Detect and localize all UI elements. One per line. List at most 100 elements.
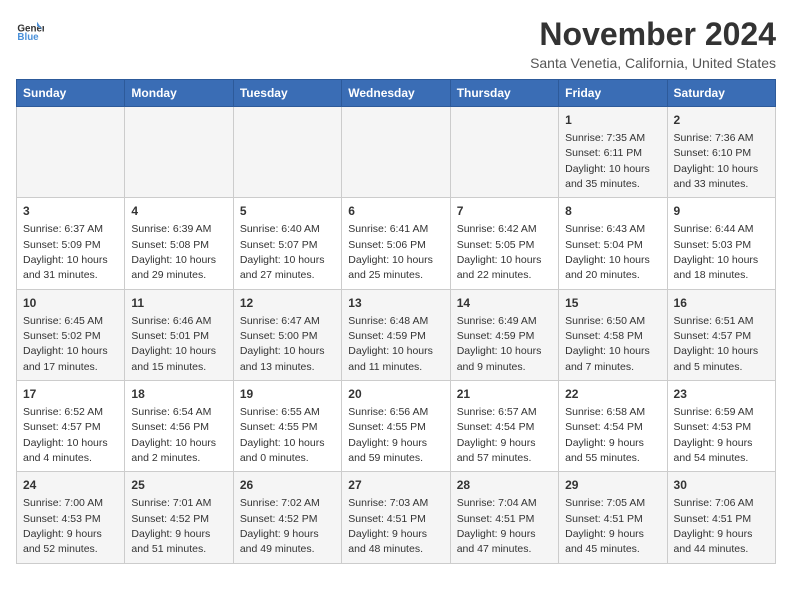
day-number: 8 [565,203,660,220]
day-number: 16 [674,295,769,312]
day-number: 22 [565,386,660,403]
day-info: Sunrise: 6:50 AM Sunset: 4:58 PM Dayligh… [565,315,650,373]
day-info: Sunrise: 6:48 AM Sunset: 4:59 PM Dayligh… [348,315,433,373]
col-header-saturday: Saturday [667,80,775,107]
calendar-cell: 24 Sunrise: 7:00 AM Sunset: 4:53 PM Dayli… [17,472,125,563]
calendar-cell: 27Sunrise: 7:03 AM Sunset: 4:51 PM Dayli… [342,472,450,563]
day-info: Sunrise: 7:06 AM Sunset: 4:51 PM Dayligh… [674,497,754,555]
day-info: Sunrise: 7:02 AM Sunset: 4:52 PM Dayligh… [240,497,320,555]
day-number: 18 [131,386,226,403]
day-number: 21 [457,386,552,403]
svg-text:Blue: Blue [17,32,39,43]
day-number: 27 [348,477,443,494]
day-info: Sunrise: 6:54 AM Sunset: 4:56 PM Dayligh… [131,406,216,464]
calendar-cell [17,107,125,198]
day-number: 5 [240,203,335,220]
calendar-cell: 26 Sunrise: 7:02 AM Sunset: 4:52 PM Dayli… [233,472,341,563]
calendar-cell: 2 Sunrise: 7:36 AM Sunset: 6:10 PM Daylig… [667,107,775,198]
day-info: Sunrise: 6:58 AM Sunset: 4:54 PM Dayligh… [565,406,645,464]
day-info: Sunrise: 7:01 AM Sunset: 4:52 PM Dayligh… [131,497,211,555]
day-info: Sunrise: 6:47 AM Sunset: 5:00 PM Dayligh… [240,315,325,373]
calendar-cell: 28 Sunrise: 7:04 AM Sunset: 4:51 PM Dayli… [450,472,558,563]
day-info: Sunrise: 6:57 AM Sunset: 4:54 PM Dayligh… [457,406,537,464]
calendar-cell: 5 Sunrise: 6:40 AM Sunset: 5:07 PM Daylig… [233,198,341,289]
week-row-1: 1 Sunrise: 7:35 AM Sunset: 6:11 PM Daylig… [17,107,776,198]
calendar-cell: 29Sunrise: 7:05 AM Sunset: 4:51 PM Dayli… [559,472,667,563]
col-header-tuesday: Tuesday [233,80,341,107]
calendar-cell: 30Sunrise: 7:06 AM Sunset: 4:51 PM Dayli… [667,472,775,563]
day-info: Sunrise: 6:59 AM Sunset: 4:53 PM Dayligh… [674,406,754,464]
day-info: Sunrise: 6:40 AM Sunset: 5:07 PM Dayligh… [240,223,325,281]
day-info: Sunrise: 7:35 AM Sunset: 6:11 PM Dayligh… [565,132,650,190]
day-number: 20 [348,386,443,403]
day-number: 29 [565,477,660,494]
column-headers: SundayMondayTuesdayWednesdayThursdayFrid… [17,80,776,107]
logo: General Blue [16,16,44,44]
col-header-friday: Friday [559,80,667,107]
col-header-monday: Monday [125,80,233,107]
calendar-cell: 13 Sunrise: 6:48 AM Sunset: 4:59 PM Dayli… [342,289,450,380]
calendar-cell: 8 Sunrise: 6:43 AM Sunset: 5:04 PM Daylig… [559,198,667,289]
day-number: 7 [457,203,552,220]
location: Santa Venetia, California, United States [530,55,776,71]
header: General Blue November 2024 Santa Venetia… [16,16,776,71]
day-info: Sunrise: 7:00 AM Sunset: 4:53 PM Dayligh… [23,497,103,555]
day-number: 3 [23,203,118,220]
calendar-cell: 18 Sunrise: 6:54 AM Sunset: 4:56 PM Dayli… [125,381,233,472]
day-number: 4 [131,203,226,220]
calendar-cell [233,107,341,198]
week-row-3: 10Sunrise: 6:45 AM Sunset: 5:02 PM Dayli… [17,289,776,380]
day-number: 11 [131,295,226,312]
week-row-5: 24 Sunrise: 7:00 AM Sunset: 4:53 PM Dayli… [17,472,776,563]
day-number: 2 [674,112,769,129]
col-header-thursday: Thursday [450,80,558,107]
calendar-cell: 3 Sunrise: 6:37 AM Sunset: 5:09 PM Daylig… [17,198,125,289]
day-info: Sunrise: 7:04 AM Sunset: 4:51 PM Dayligh… [457,497,537,555]
day-info: Sunrise: 6:45 AM Sunset: 5:02 PM Dayligh… [23,315,108,373]
day-number: 28 [457,477,552,494]
calendar-cell: 19Sunrise: 6:55 AM Sunset: 4:55 PM Dayli… [233,381,341,472]
day-number: 1 [565,112,660,129]
day-number: 6 [348,203,443,220]
calendar-cell: 10Sunrise: 6:45 AM Sunset: 5:02 PM Dayli… [17,289,125,380]
calendar-cell: 17Sunrise: 6:52 AM Sunset: 4:57 PM Dayli… [17,381,125,472]
calendar-cell: 21 Sunrise: 6:57 AM Sunset: 4:54 PM Dayli… [450,381,558,472]
week-row-4: 17Sunrise: 6:52 AM Sunset: 4:57 PM Dayli… [17,381,776,472]
day-number: 25 [131,477,226,494]
day-number: 13 [348,295,443,312]
day-number: 26 [240,477,335,494]
calendar-cell [342,107,450,198]
calendar-cell: 16 Sunrise: 6:51 AM Sunset: 4:57 PM Dayli… [667,289,775,380]
day-number: 23 [674,386,769,403]
day-info: Sunrise: 7:36 AM Sunset: 6:10 PM Dayligh… [674,132,759,190]
day-info: Sunrise: 6:43 AM Sunset: 5:04 PM Dayligh… [565,223,650,281]
day-number: 24 [23,477,118,494]
day-info: Sunrise: 6:39 AM Sunset: 5:08 PM Dayligh… [131,223,216,281]
calendar-cell: 4 Sunrise: 6:39 AM Sunset: 5:08 PM Daylig… [125,198,233,289]
calendar-cell: 20Sunrise: 6:56 AM Sunset: 4:55 PM Dayli… [342,381,450,472]
calendar-cell: 25 Sunrise: 7:01 AM Sunset: 4:52 PM Dayli… [125,472,233,563]
day-number: 12 [240,295,335,312]
day-number: 15 [565,295,660,312]
calendar-cell: 22 Sunrise: 6:58 AM Sunset: 4:54 PM Dayli… [559,381,667,472]
day-number: 19 [240,386,335,403]
month-title: November 2024 [530,16,776,53]
day-info: Sunrise: 6:42 AM Sunset: 5:05 PM Dayligh… [457,223,542,281]
calendar-cell: 11 Sunrise: 6:46 AM Sunset: 5:01 PM Dayli… [125,289,233,380]
calendar-cell: 23 Sunrise: 6:59 AM Sunset: 4:53 PM Dayli… [667,381,775,472]
calendar-table: SundayMondayTuesdayWednesdayThursdayFrid… [16,79,776,564]
day-info: Sunrise: 6:51 AM Sunset: 4:57 PM Dayligh… [674,315,759,373]
logo-icon: General Blue [16,16,44,44]
day-number: 9 [674,203,769,220]
calendar-cell: 15 Sunrise: 6:50 AM Sunset: 4:58 PM Dayli… [559,289,667,380]
day-info: Sunrise: 6:49 AM Sunset: 4:59 PM Dayligh… [457,315,542,373]
day-info: Sunrise: 6:37 AM Sunset: 5:09 PM Dayligh… [23,223,108,281]
col-header-sunday: Sunday [17,80,125,107]
day-info: Sunrise: 6:46 AM Sunset: 5:01 PM Dayligh… [131,315,216,373]
day-number: 14 [457,295,552,312]
calendar-cell: 7 Sunrise: 6:42 AM Sunset: 5:05 PM Daylig… [450,198,558,289]
col-header-wednesday: Wednesday [342,80,450,107]
calendar-cell [450,107,558,198]
calendar-cell: 9Sunrise: 6:44 AM Sunset: 5:03 PM Daylig… [667,198,775,289]
day-number: 17 [23,386,118,403]
